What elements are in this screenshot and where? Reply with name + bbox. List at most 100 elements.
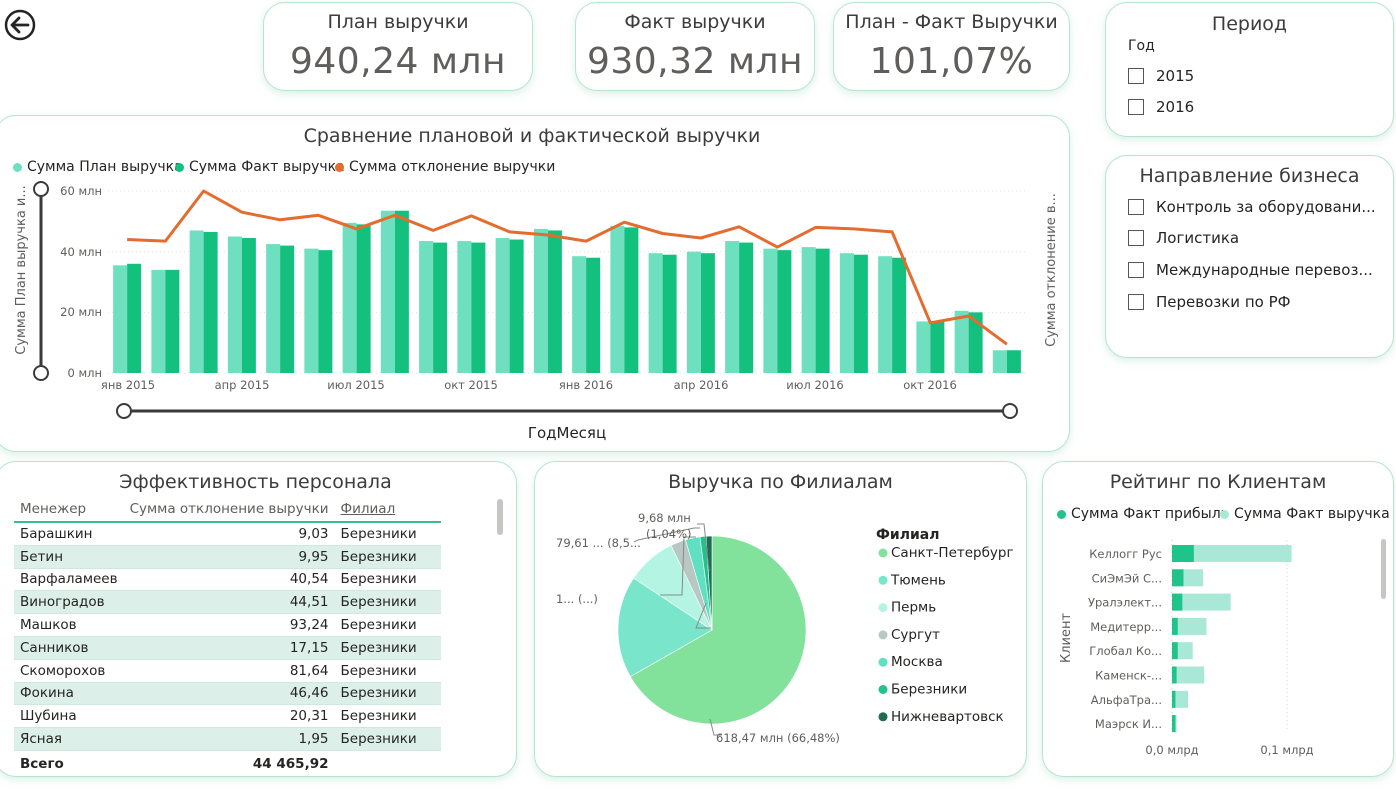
- fact-bar[interactable]: [127, 263, 142, 373]
- fact-bar[interactable]: [509, 239, 524, 373]
- pie-legend-label[interactable]: Березники: [891, 682, 967, 698]
- pie-legend-label[interactable]: Санкт-Петербург: [891, 545, 1014, 561]
- plan-bar[interactable]: [992, 350, 1007, 373]
- plan-bar[interactable]: [648, 253, 663, 373]
- plan-bar[interactable]: [419, 241, 434, 373]
- checkbox-domestic[interactable]: Перевозки по РФ: [1128, 293, 1291, 311]
- back-arrow-icon[interactable]: [4, 9, 36, 41]
- fact-bar[interactable]: [318, 250, 333, 373]
- fact-bar[interactable]: [815, 248, 830, 373]
- fact-bar[interactable]: [433, 242, 448, 373]
- client-profit-bar[interactable]: [1172, 569, 1184, 587]
- table-row[interactable]: Скоморохов 81,64 Березники: [14, 659, 441, 683]
- table-row[interactable]: Ясная 1,95 Березники: [14, 727, 441, 751]
- plan-bar[interactable]: [380, 210, 395, 373]
- checkbox-box[interactable]: [1128, 99, 1144, 115]
- col-header-deviation[interactable]: Сумма отклонение выручки: [124, 497, 335, 521]
- table-row[interactable]: Фокина 46,46 Березники: [14, 682, 441, 705]
- y-zoom-handle-bottom[interactable]: [33, 365, 49, 381]
- client-profit-bar[interactable]: [1172, 593, 1183, 611]
- col-header-manager[interactable]: Менежер: [14, 497, 124, 521]
- fact-bar[interactable]: [165, 269, 180, 373]
- checkbox-equipment-control[interactable]: Контроль за оборудовани...: [1128, 198, 1376, 216]
- client-profit-bar[interactable]: [1172, 617, 1178, 635]
- plan-bar[interactable]: [189, 230, 204, 373]
- table-row[interactable]: Бетин 9,95 Березники: [14, 545, 441, 569]
- fact-bar[interactable]: [700, 253, 715, 373]
- pie-legend-label[interactable]: Пермь: [891, 600, 936, 616]
- fact-bar[interactable]: [853, 254, 868, 373]
- checkbox-box[interactable]: [1128, 199, 1144, 215]
- fact-bar[interactable]: [471, 242, 486, 373]
- table-row[interactable]: Шубина 20,31 Березники: [14, 704, 441, 728]
- checkbox-box[interactable]: [1128, 294, 1144, 310]
- fact-bar[interactable]: [280, 245, 295, 373]
- table-row[interactable]: Машков 93,24 Березники: [14, 613, 441, 637]
- client-profit-bar[interactable]: [1172, 690, 1176, 708]
- fact-bar[interactable]: [1006, 350, 1021, 373]
- plan-bar[interactable]: [227, 236, 242, 374]
- pie-label-top-pct: (1,04%): [646, 527, 692, 541]
- x-tick: окт 2016: [903, 378, 957, 392]
- client-profit-bar[interactable]: [1172, 545, 1194, 562]
- plan-bar[interactable]: [839, 253, 854, 373]
- x-zoom-handle-right[interactable]: [1002, 403, 1018, 419]
- business-slicer-title: Направление бизнеса: [1139, 165, 1360, 187]
- fact-bar[interactable]: [203, 231, 218, 373]
- fact-bar[interactable]: [892, 257, 907, 373]
- client-revenue-bar[interactable]: [1172, 666, 1205, 684]
- plan-bar[interactable]: [572, 256, 587, 373]
- y-zoom-handle-top[interactable]: [33, 181, 49, 197]
- plan-bar[interactable]: [304, 248, 319, 373]
- fact-bar[interactable]: [356, 224, 371, 373]
- plan-bar[interactable]: [457, 241, 472, 373]
- legend-revenue[interactable]: Сумма Факт выручка: [1220, 506, 1390, 522]
- pie-legend-label[interactable]: Тюмень: [890, 572, 946, 588]
- table-row[interactable]: Санников 17,15 Березники: [14, 636, 441, 660]
- col-header-branch[interactable]: Филиал: [335, 497, 442, 521]
- table-row[interactable]: Варфаламеев 40,54 Березники: [14, 568, 441, 591]
- checkbox-year-2015[interactable]: 2015: [1128, 67, 1194, 85]
- fact-bar[interactable]: [241, 238, 256, 373]
- plan-bar[interactable]: [151, 269, 166, 373]
- checkbox-box[interactable]: [1128, 262, 1144, 278]
- pie-legend-label[interactable]: Москва: [891, 654, 943, 670]
- fact-bar[interactable]: [547, 230, 562, 373]
- x-zoom-handle-left[interactable]: [116, 403, 132, 419]
- legend-profit[interactable]: Сумма Факт прибыль: [1057, 506, 1229, 522]
- checkbox-logistics[interactable]: Логистика: [1128, 229, 1239, 247]
- fact-bar[interactable]: [662, 254, 677, 373]
- plan-bar[interactable]: [113, 265, 128, 373]
- pie-legend-label[interactable]: Сургут: [891, 627, 940, 643]
- plan-bar[interactable]: [610, 225, 625, 373]
- legend-dot: [1057, 509, 1066, 519]
- plan-bar[interactable]: [342, 222, 357, 373]
- plan-bar[interactable]: [954, 310, 969, 373]
- checkbox-year-2016[interactable]: 2016: [1128, 98, 1194, 116]
- table-row[interactable]: Барашкин 9,03 Березники: [14, 523, 441, 546]
- table-scrollbar[interactable]: [497, 499, 503, 535]
- fact-bar[interactable]: [624, 227, 639, 373]
- client-profit-bar[interactable]: [1172, 666, 1177, 684]
- plan-bar[interactable]: [916, 321, 931, 373]
- plan-bar[interactable]: [763, 248, 778, 373]
- plan-bar[interactable]: [801, 247, 816, 373]
- plan-bar[interactable]: [495, 238, 510, 373]
- client-profit-bar[interactable]: [1172, 642, 1178, 660]
- plan-bar[interactable]: [686, 251, 701, 373]
- fact-bar[interactable]: [930, 321, 945, 373]
- fact-bar[interactable]: [777, 250, 792, 373]
- fact-bar[interactable]: [394, 210, 409, 373]
- checkbox-box[interactable]: [1128, 230, 1144, 246]
- client-profit-bar[interactable]: [1172, 715, 1176, 733]
- fact-bar[interactable]: [586, 257, 601, 373]
- checkbox-box[interactable]: [1128, 68, 1144, 84]
- pie-legend-label[interactable]: Нижневартовск: [891, 709, 1004, 725]
- plan-bar[interactable]: [266, 244, 281, 373]
- table-row[interactable]: Виноградов 44,51 Березники: [14, 590, 441, 614]
- checkbox-international[interactable]: Международные перевоз...: [1128, 261, 1373, 279]
- fact-bar[interactable]: [739, 242, 754, 373]
- plan-bar[interactable]: [878, 256, 893, 373]
- plan-bar[interactable]: [533, 228, 548, 373]
- plan-bar[interactable]: [725, 241, 740, 373]
